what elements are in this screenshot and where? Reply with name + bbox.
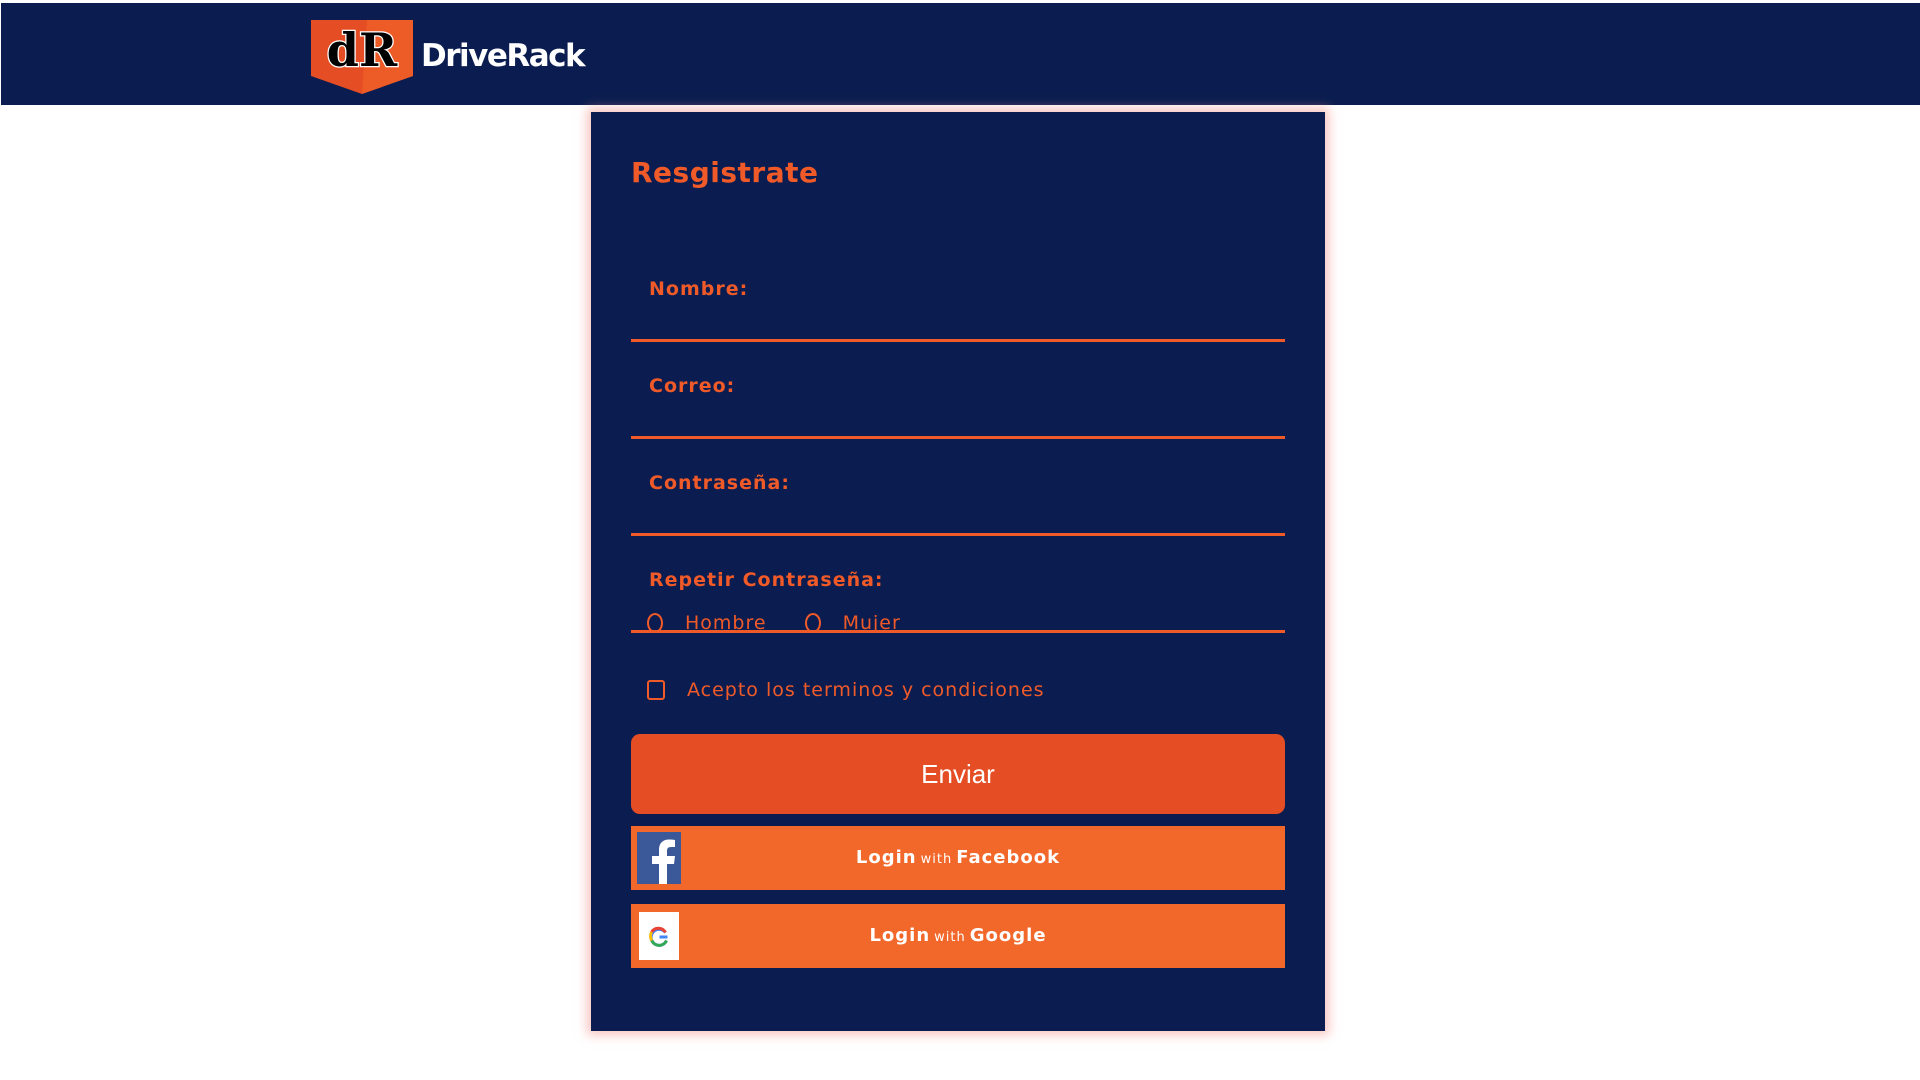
radio-mujer[interactable]: Mujer: [804, 612, 901, 634]
radio-circle-icon[interactable]: [804, 613, 821, 633]
name-field: Nombre:: [631, 267, 1299, 342]
google-login-caption: Login with Google: [631, 904, 1285, 968]
password-label: Contraseña:: [649, 472, 790, 494]
gender-radio-group: Hombre Mujer: [647, 612, 939, 634]
google-login-button[interactable]: Login with Google: [631, 904, 1285, 968]
email-label: Correo:: [649, 375, 736, 397]
terms-checkbox[interactable]: [647, 680, 665, 700]
facebook-with-text: with: [920, 852, 953, 867]
register-card: Resgistrate Nombre: Correo: Contraseña: …: [591, 112, 1325, 1031]
google-with-text: with: [934, 930, 966, 945]
google-provider-text: Google: [969, 925, 1047, 946]
radio-circle-icon[interactable]: [647, 613, 663, 633]
name-input[interactable]: [631, 303, 1299, 333]
form-title: Resgistrate: [631, 156, 819, 189]
google-login-text: Login: [869, 925, 931, 946]
facebook-login-button[interactable]: Login with Facebook: [631, 826, 1285, 890]
radio-hombre[interactable]: Hombre: [647, 612, 767, 634]
driverack-logo-icon: dR: [311, 20, 413, 94]
email-input[interactable]: [631, 400, 1299, 430]
logo-mark: dR: [327, 23, 398, 77]
password-field: Contraseña:: [631, 461, 1299, 536]
password-input[interactable]: [631, 497, 1299, 527]
email-field: Correo:: [631, 364, 1299, 439]
terms-checkbox-row[interactable]: Acepto los terminos y condiciones: [647, 679, 1045, 701]
facebook-provider-text: Facebook: [956, 847, 1061, 868]
facebook-login-caption: Login with Facebook: [631, 826, 1285, 890]
radio-mujer-label[interactable]: Mujer: [843, 612, 901, 634]
brand-logo[interactable]: dR DriveRack: [307, 20, 586, 96]
brand-name: DriveRack: [421, 38, 586, 74]
name-label: Nombre:: [649, 278, 749, 300]
radio-hombre-label[interactable]: Hombre: [685, 612, 767, 634]
terms-label[interactable]: Acepto los terminos y condiciones: [687, 679, 1045, 701]
repeat-password-label: Repetir Contraseña:: [649, 569, 884, 591]
submit-button[interactable]: Enviar: [631, 734, 1285, 814]
top-navbar: dR DriveRack: [1, 3, 1920, 105]
facebook-login-text: Login: [855, 847, 917, 868]
